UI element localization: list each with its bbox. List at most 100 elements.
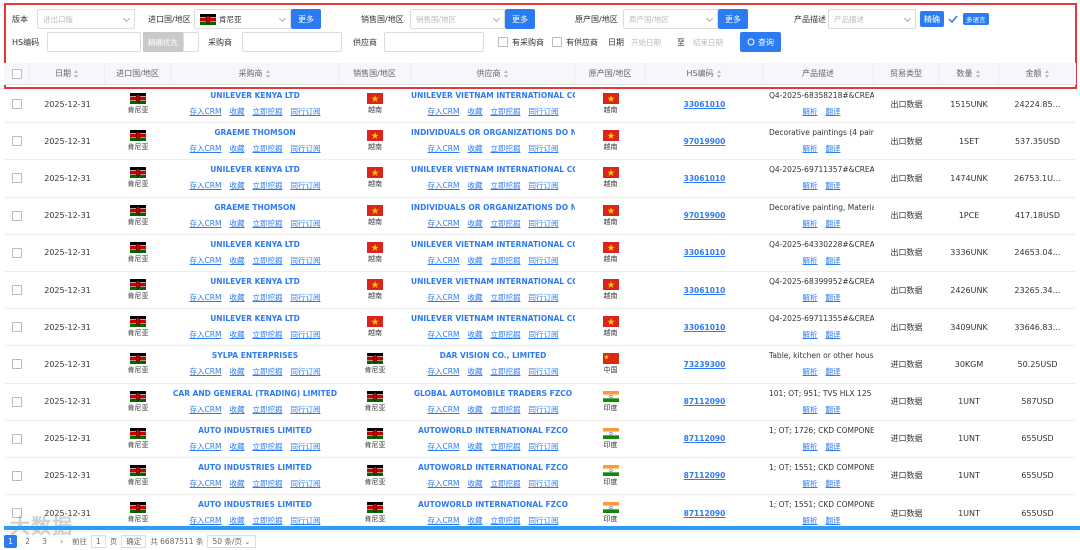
save-crm-link[interactable]: 存入CRM xyxy=(428,404,460,415)
mine-now-link[interactable]: 立即挖掘 xyxy=(490,106,520,117)
favorite-link[interactable]: 收藏 xyxy=(229,404,244,415)
search-button[interactable]: 查询 xyxy=(740,32,781,52)
mine-now-link[interactable]: 立即挖掘 xyxy=(490,441,520,452)
exact-checkmark-icon[interactable] xyxy=(947,13,959,25)
save-crm-link[interactable]: 存入CRM xyxy=(428,218,460,229)
peer-subscribe-link[interactable]: 同行订阅 xyxy=(528,255,558,266)
sales-country-select[interactable]: 销售国/地区 xyxy=(410,9,505,29)
save-crm-link[interactable]: 存入CRM xyxy=(428,106,460,117)
peer-subscribe-link[interactable]: 同行订阅 xyxy=(290,515,320,526)
translate-link[interactable]: 翻译 xyxy=(826,366,841,377)
translate-link[interactable]: 翻译 xyxy=(826,478,841,489)
mine-now-link[interactable]: 立即挖掘 xyxy=(490,143,520,154)
supplier-link[interactable]: GLOBAL AUTOMOBILE TRADERS FZCO xyxy=(414,389,572,398)
favorite-link[interactable]: 收藏 xyxy=(229,255,244,266)
save-crm-link[interactable]: 存入CRM xyxy=(190,441,222,452)
favorite-link[interactable]: 收藏 xyxy=(467,366,482,377)
supplier-link[interactable]: INDIVIDUALS OR ORGANIZATIONS DO NOT xyxy=(411,203,575,212)
buyer-link[interactable]: AUTO INDUSTRIES LIMITED xyxy=(198,500,312,509)
mine-now-link[interactable]: 立即挖掘 xyxy=(252,515,282,526)
hs-code-link[interactable]: 87112090 xyxy=(684,434,726,443)
peer-subscribe-link[interactable]: 同行订阅 xyxy=(290,218,320,229)
mine-now-link[interactable]: 立即挖掘 xyxy=(252,478,282,489)
scrollbar-track[interactable] xyxy=(4,526,1080,530)
supplier-link[interactable]: UNILEVER VIETNAM INTERNATIONAL COM xyxy=(411,91,575,100)
translate-link[interactable]: 翻译 xyxy=(826,180,841,191)
mine-now-link[interactable]: 立即挖掘 xyxy=(252,180,282,191)
page-size-select[interactable]: 50 条/页 ⌄ xyxy=(207,534,256,548)
hs-code-link[interactable]: 33061010 xyxy=(684,286,726,295)
buyer-link[interactable]: CAR AND GENERAL (TRADING) LIMITED xyxy=(173,389,337,398)
row-checkbox[interactable] xyxy=(12,173,22,184)
has-supplier-checkbox[interactable] xyxy=(552,37,562,47)
mine-now-link[interactable]: 立即挖掘 xyxy=(490,478,520,489)
favorite-link[interactable]: 收藏 xyxy=(467,106,482,117)
save-crm-link[interactable]: 存入CRM xyxy=(428,478,460,489)
favorite-link[interactable]: 收藏 xyxy=(229,366,244,377)
hs-code-link[interactable]: 97019900 xyxy=(684,137,726,146)
row-checkbox[interactable] xyxy=(12,210,22,221)
favorite-link[interactable]: 收藏 xyxy=(467,180,482,191)
hs-code-link[interactable]: 87112090 xyxy=(684,397,726,406)
mine-now-link[interactable]: 立即挖掘 xyxy=(252,292,282,303)
col-date[interactable]: 日期 xyxy=(30,63,105,84)
row-checkbox[interactable] xyxy=(12,359,22,370)
save-crm-link[interactable]: 存入CRM xyxy=(190,180,222,191)
col-hs[interactable]: HS编码 xyxy=(646,63,763,84)
favorite-link[interactable]: 收藏 xyxy=(467,292,482,303)
mine-now-link[interactable]: 立即挖掘 xyxy=(252,329,282,340)
save-crm-link[interactable]: 存入CRM xyxy=(190,404,222,415)
supplier-link[interactable]: UNILEVER VIETNAM INTERNATIONAL COM xyxy=(411,314,575,323)
sort-icon[interactable] xyxy=(265,69,271,78)
parse-link[interactable]: 解析 xyxy=(803,143,818,154)
supplier-link[interactable]: AUTOWORLD INTERNATIONAL FZCO xyxy=(418,426,568,435)
translate-link[interactable]: 翻译 xyxy=(826,143,841,154)
row-checkbox[interactable] xyxy=(12,99,22,110)
sort-icon[interactable] xyxy=(74,69,79,78)
translate-link[interactable]: 翻译 xyxy=(826,515,841,526)
save-crm-link[interactable]: 存入CRM xyxy=(190,478,222,489)
row-checkbox[interactable] xyxy=(12,136,22,147)
parse-link[interactable]: 解析 xyxy=(803,515,818,526)
import-country-select[interactable]: 肯尼亚 xyxy=(194,9,291,29)
col-buyer[interactable]: 采购商 xyxy=(171,63,339,84)
parse-link[interactable]: 解析 xyxy=(803,441,818,452)
buyer-link[interactable]: UNILEVER KENYA LTD xyxy=(210,240,300,249)
supplier-link[interactable]: INDIVIDUALS OR ORGANIZATIONS DO NOT xyxy=(411,128,575,137)
save-crm-link[interactable]: 存入CRM xyxy=(428,143,460,154)
peer-subscribe-link[interactable]: 同行订阅 xyxy=(528,441,558,452)
peer-subscribe-link[interactable]: 同行订阅 xyxy=(528,143,558,154)
buyer-link[interactable]: UNILEVER KENYA LTD xyxy=(210,314,300,323)
sales-country-more-button[interactable]: 更多 xyxy=(505,9,535,29)
page-3-button[interactable]: 3 xyxy=(38,535,51,548)
peer-subscribe-link[interactable]: 同行订阅 xyxy=(290,292,320,303)
sort-icon[interactable] xyxy=(1044,69,1050,78)
hs-code-link[interactable]: 33061010 xyxy=(684,323,726,332)
hs-code-link[interactable]: 87112090 xyxy=(684,471,726,480)
translate-link[interactable]: 翻译 xyxy=(826,404,841,415)
buyer-link[interactable]: GRAEME THOMSON xyxy=(214,128,295,137)
save-crm-link[interactable]: 存入CRM xyxy=(190,329,222,340)
save-crm-link[interactable]: 存入CRM xyxy=(190,106,222,117)
supplier-link[interactable]: UNILEVER VIETNAM INTERNATIONAL COM xyxy=(411,277,575,286)
peer-subscribe-link[interactable]: 同行订阅 xyxy=(290,255,320,266)
mine-now-link[interactable]: 立即挖掘 xyxy=(490,292,520,303)
mine-now-link[interactable]: 立即挖掘 xyxy=(252,218,282,229)
col-amount[interactable]: 金额 xyxy=(999,63,1076,84)
save-crm-link[interactable]: 存入CRM xyxy=(190,515,222,526)
mine-now-link[interactable]: 立即挖掘 xyxy=(490,404,520,415)
mine-now-link[interactable]: 立即挖掘 xyxy=(252,143,282,154)
favorite-link[interactable]: 收藏 xyxy=(467,478,482,489)
mine-now-link[interactable]: 立即挖掘 xyxy=(252,404,282,415)
peer-subscribe-link[interactable]: 同行订阅 xyxy=(528,515,558,526)
translate-link[interactable]: 翻译 xyxy=(826,106,841,117)
save-crm-link[interactable]: 存入CRM xyxy=(428,329,460,340)
save-crm-link[interactable]: 存入CRM xyxy=(428,366,460,377)
hs-input[interactable] xyxy=(47,32,141,52)
parse-link[interactable]: 解析 xyxy=(803,366,818,377)
multilang-tag[interactable]: 多语言 xyxy=(963,13,989,25)
parse-link[interactable]: 解析 xyxy=(803,106,818,117)
peer-subscribe-link[interactable]: 同行订阅 xyxy=(528,180,558,191)
peer-subscribe-link[interactable]: 同行订阅 xyxy=(290,404,320,415)
parse-link[interactable]: 解析 xyxy=(803,292,818,303)
